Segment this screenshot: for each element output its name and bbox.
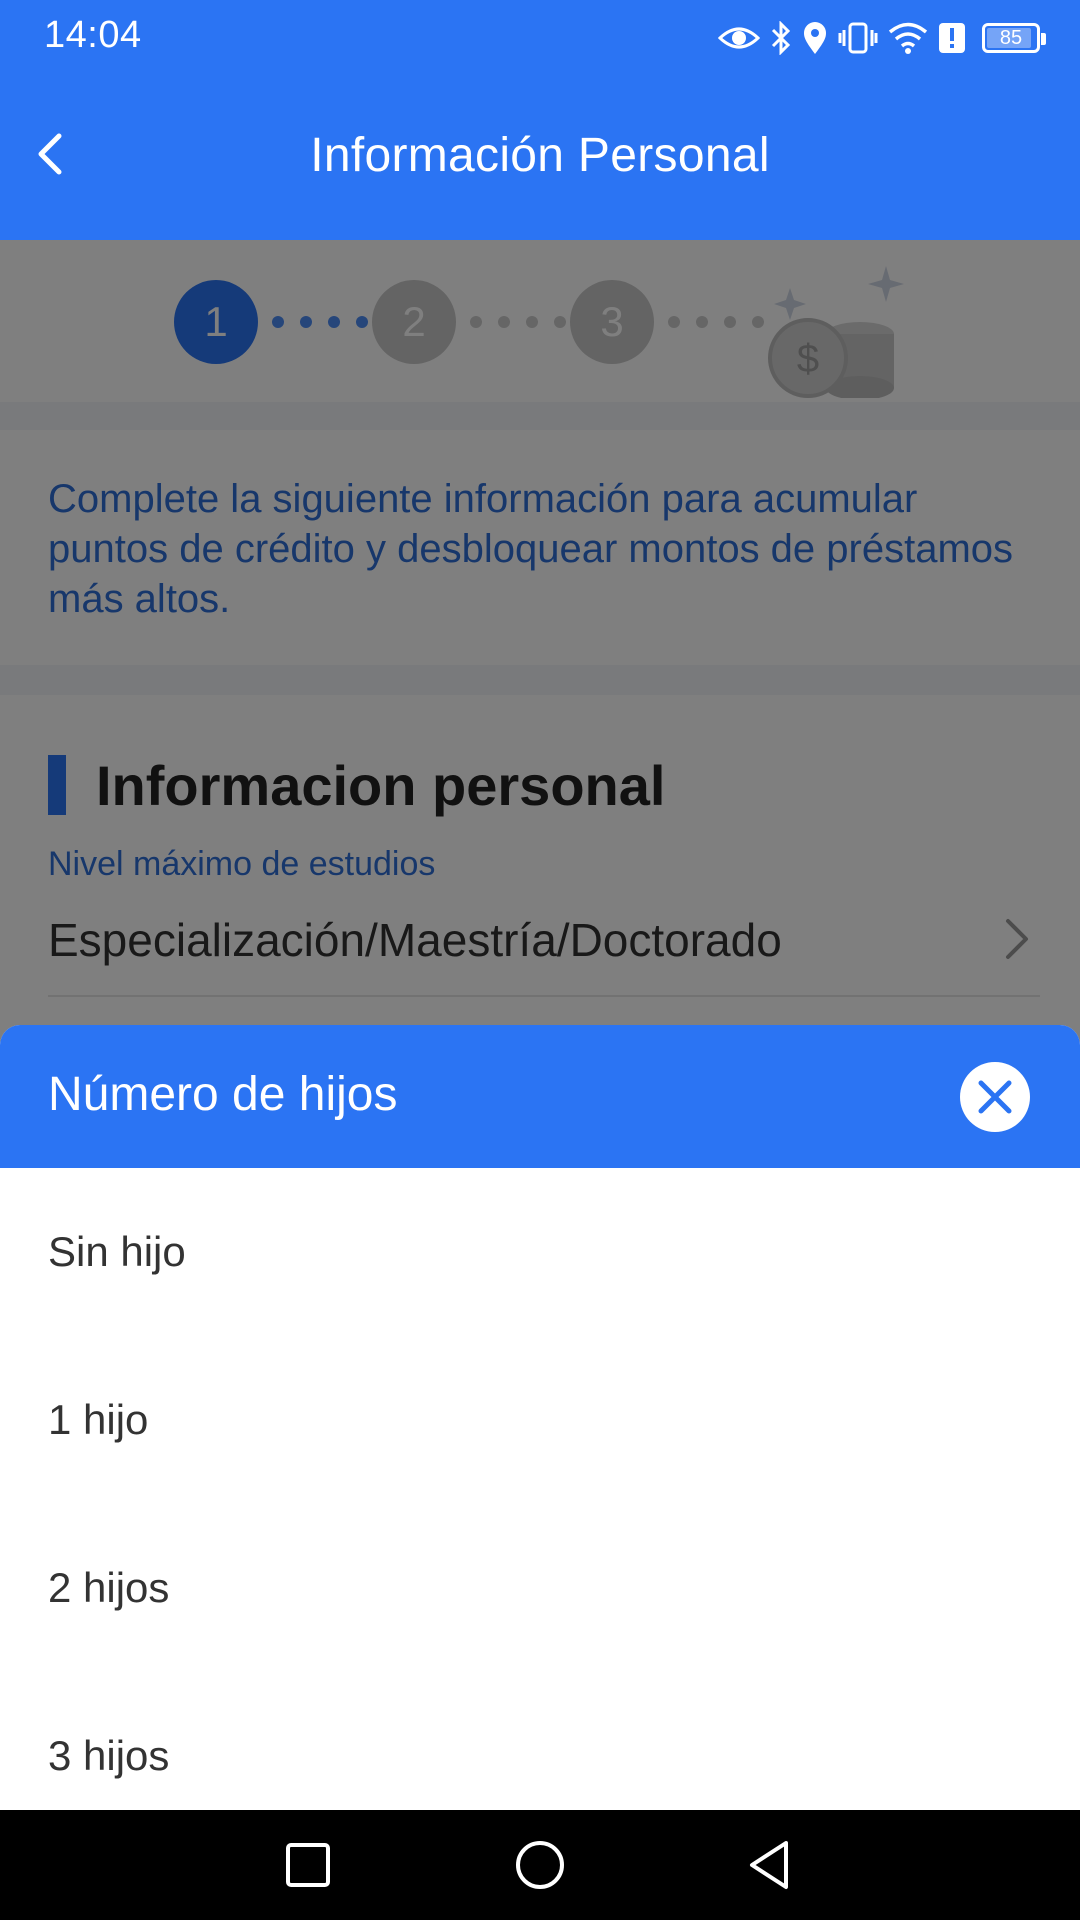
status-bar: 14:04 85 bbox=[0, 0, 1080, 76]
close-icon bbox=[978, 1080, 1012, 1114]
alert-icon bbox=[939, 23, 965, 53]
option-label: 1 hijo bbox=[48, 1396, 149, 1443]
bluetooth-icon bbox=[771, 21, 791, 55]
home-icon[interactable] bbox=[512, 1837, 568, 1893]
option-2-hijos[interactable]: 2 hijos bbox=[0, 1504, 1080, 1672]
app-bar: Información Personal bbox=[0, 76, 1080, 240]
option-label: Sin hijo bbox=[48, 1228, 186, 1275]
sheet-header: Número de hijos bbox=[0, 1025, 1080, 1168]
location-icon bbox=[804, 22, 826, 54]
page-title: Información Personal bbox=[310, 129, 770, 182]
bottom-sheet: Número de hijos Sin hijo 1 hijo 2 hijos … bbox=[0, 1025, 1080, 1810]
back-nav-icon[interactable] bbox=[742, 1837, 798, 1893]
option-label: 3 hijos bbox=[48, 1732, 170, 1779]
recent-apps-icon[interactable] bbox=[280, 1837, 336, 1893]
status-icons: 85 bbox=[718, 16, 1046, 60]
wifi-icon bbox=[888, 22, 928, 54]
eye-icon bbox=[718, 27, 760, 49]
close-button[interactable] bbox=[960, 1062, 1030, 1132]
option-label: 2 hijos bbox=[48, 1564, 170, 1611]
status-time: 14:04 bbox=[44, 14, 142, 56]
vibrate-icon bbox=[838, 22, 878, 54]
option-sin-hijo[interactable]: Sin hijo bbox=[0, 1168, 1080, 1336]
option-3-hijos[interactable]: 3 hijos bbox=[0, 1672, 1080, 1810]
option-1-hijo[interactable]: 1 hijo bbox=[0, 1336, 1080, 1504]
battery-icon: 85 bbox=[982, 23, 1046, 53]
sheet-title: Número de hijos bbox=[48, 1068, 398, 1121]
navigation-bar bbox=[0, 1810, 1080, 1920]
battery-level: 85 bbox=[999, 27, 1023, 49]
